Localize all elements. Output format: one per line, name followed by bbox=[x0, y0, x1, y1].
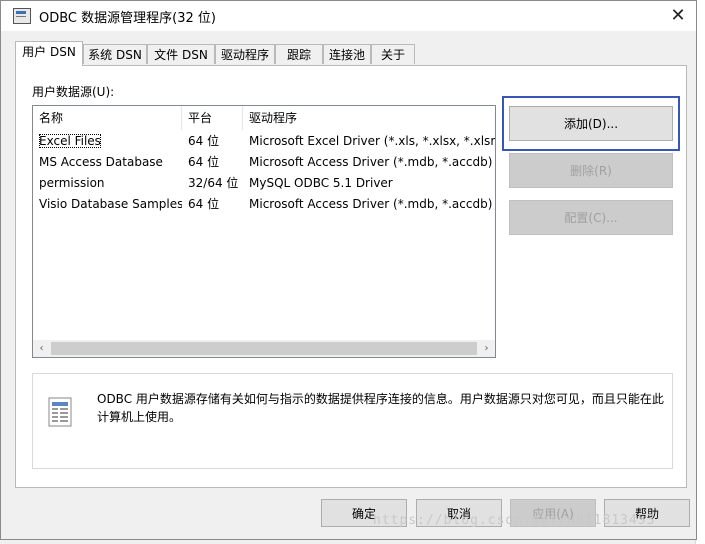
scroll-left-icon[interactable]: ‹ bbox=[33, 340, 50, 357]
tab-connection-pooling[interactable]: 连接池 bbox=[323, 44, 371, 64]
app-icon bbox=[13, 8, 31, 24]
scroll-right-icon[interactable]: › bbox=[478, 340, 495, 357]
row-platform: 32/64 位 bbox=[188, 176, 239, 190]
remove-button[interactable]: 删除(R) bbox=[509, 153, 673, 188]
row-platform: 64 位 bbox=[188, 134, 220, 148]
list-row[interactable]: Excel Files 64 位 Microsoft Excel Driver … bbox=[33, 131, 495, 152]
tab-user-dsn[interactable]: 用户 DSN bbox=[15, 41, 83, 66]
window-title: ODBC 数据源管理程序(32 位) bbox=[39, 10, 216, 26]
odbc-dialog: ODBC 数据源管理程序(32 位) ✕ 用户 DSN 系统 DSN 文件 DS… bbox=[0, 0, 697, 540]
section-label: 用户数据源(U): bbox=[32, 85, 115, 99]
list-row[interactable]: Visio Database Samples 64 位 Microsoft Ac… bbox=[33, 194, 495, 215]
dsn-list[interactable]: 名称 平台 驱动程序 Excel Files 64 位 Microsoft Ex… bbox=[32, 105, 496, 358]
row-driver: Microsoft Access Driver (*.mdb, *.accdb) bbox=[249, 197, 493, 211]
scrollbar-thumb[interactable] bbox=[51, 342, 477, 355]
row-driver: Microsoft Access Driver (*.mdb, *.accdb) bbox=[249, 155, 493, 169]
configure-button[interactable]: 配置(C)... bbox=[509, 200, 673, 235]
row-name: permission bbox=[39, 176, 105, 190]
tab-drivers[interactable]: 驱动程序 bbox=[215, 44, 275, 64]
row-driver: Microsoft Excel Driver (*.xls, *.xlsx, *… bbox=[249, 134, 495, 148]
title-bar: ODBC 数据源管理程序(32 位) ✕ bbox=[1, 1, 696, 31]
watermark: https://blog.csdn.net/u011813453 bbox=[373, 513, 656, 528]
tab-system-dsn[interactable]: 系统 DSN bbox=[83, 44, 147, 64]
row-platform: 64 位 bbox=[188, 197, 220, 211]
list-row[interactable]: MS Access Database 64 位 Microsoft Access… bbox=[33, 152, 495, 173]
list-row[interactable]: permission 32/64 位 MySQL ODBC 5.1 Driver bbox=[33, 173, 495, 194]
highlight-annotation bbox=[502, 96, 680, 151]
info-text: ODBC 用户数据源存储有关如何与指示的数据提供程序连接的信息。用户数据源只对您… bbox=[97, 392, 664, 424]
close-icon[interactable]: ✕ bbox=[666, 4, 690, 28]
row-name: Visio Database Samples bbox=[39, 197, 182, 211]
row-name: MS Access Database bbox=[39, 155, 163, 169]
row-platform: 64 位 bbox=[188, 155, 220, 169]
tab-about[interactable]: 关于 bbox=[371, 44, 415, 64]
tab-file-dsn[interactable]: 文件 DSN bbox=[147, 44, 215, 64]
document-icon bbox=[48, 397, 72, 427]
list-header: 名称 平台 驱动程序 bbox=[33, 106, 495, 130]
row-name: Excel Files bbox=[39, 134, 101, 148]
info-box: ODBC 用户数据源存储有关如何与指示的数据提供程序连接的信息。用户数据源只对您… bbox=[32, 373, 673, 469]
horizontal-scrollbar[interactable]: ‹ › bbox=[33, 340, 495, 357]
column-header-driver[interactable]: 驱动程序 bbox=[243, 106, 495, 130]
row-driver: MySQL ODBC 5.1 Driver bbox=[249, 176, 393, 190]
column-header-platform[interactable]: 平台 bbox=[182, 106, 243, 130]
column-header-name[interactable]: 名称 bbox=[33, 106, 182, 130]
tab-tracing[interactable]: 跟踪 bbox=[275, 44, 323, 64]
